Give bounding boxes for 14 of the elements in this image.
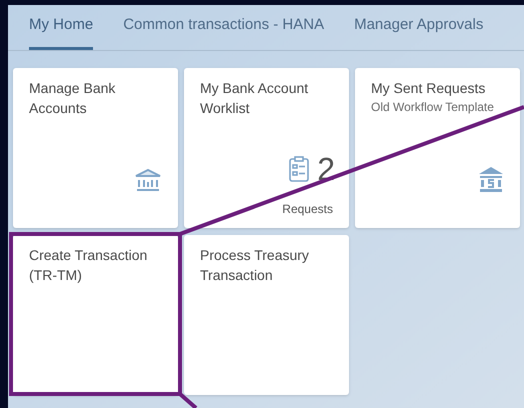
tile-title: Manage Bank Accounts bbox=[29, 79, 116, 118]
tile-title: Create Transaction (TR-TM) bbox=[29, 246, 148, 285]
tile[interactable]: Create Transaction (TR-TM) bbox=[13, 235, 178, 395]
tab[interactable]: Common transactions - HANA bbox=[123, 14, 324, 50]
tile[interactable]: My Sent Requests Old Workflow Template bbox=[355, 68, 520, 228]
tile[interactable]: Manage Bank Accounts bbox=[13, 68, 178, 228]
tile-footer: Requests bbox=[282, 200, 333, 218]
tile-subtitle: Old Workflow Template bbox=[371, 99, 495, 116]
tile-title: My Sent Requests bbox=[371, 79, 486, 98]
tile-title: Process Treasury Transaction bbox=[200, 246, 310, 285]
tile[interactable]: Process Treasury Transaction bbox=[184, 235, 349, 395]
tab[interactable]: My Home bbox=[29, 14, 94, 50]
tab[interactable]: Manager Approvals bbox=[354, 14, 484, 50]
tile-title: My Bank Account Worklist bbox=[200, 79, 310, 118]
